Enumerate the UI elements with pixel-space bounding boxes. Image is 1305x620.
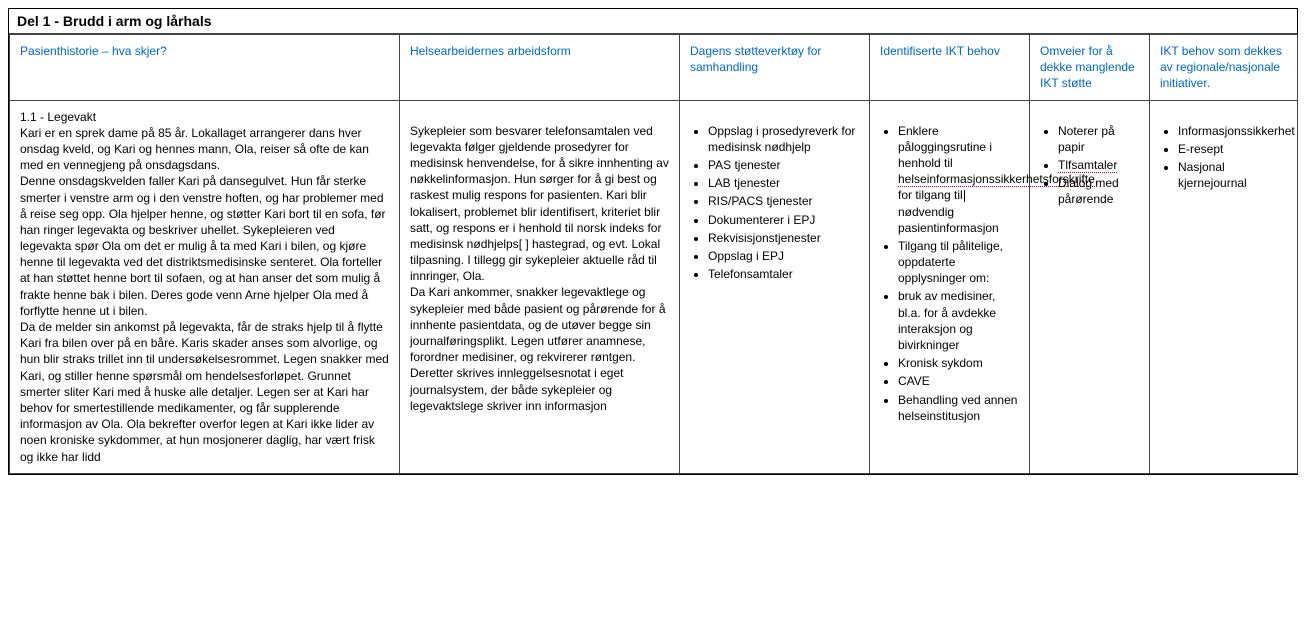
cell-omveier: Noterer på papir Tlfsamtaler Dialog med … xyxy=(1030,100,1150,473)
header-c5: Omveier for å dekke manglende IKT støtte xyxy=(1030,35,1150,101)
spellcheck-underline: Tlfsamtaler xyxy=(1058,158,1117,173)
list-item: Behandling ved annen helseinstitusjon xyxy=(898,392,1019,424)
list-item: E-resept xyxy=(1178,141,1287,157)
cell-stotteverktoy: Oppslag i prosedyreverk for medisinsk nø… xyxy=(680,100,870,473)
list-item: LAB tjenester xyxy=(708,175,859,191)
list-item: Informasjonssikkerhet xyxy=(1178,123,1287,139)
list-c5: Noterer på papir Tlfsamtaler Dialog med … xyxy=(1040,123,1139,208)
text: nødvendig pasientinformasjon xyxy=(898,205,999,235)
list-item: Noterer på papir xyxy=(1058,123,1139,155)
cell-c1-body: Kari er en sprek dame på 85 år. Lokallag… xyxy=(20,125,389,465)
document-table-container: Del 1 - Brudd i arm og lårhals Pasienthi… xyxy=(8,8,1298,475)
list-item: Rekvisisjonstjenester xyxy=(708,230,859,246)
cell-arbeidsform: Sykepleier som besvarer telefonsamtalen … xyxy=(400,100,680,473)
list-item: Tlfsamtaler xyxy=(1058,157,1139,173)
header-c3: Dagens støtteverktøy for samhandling xyxy=(680,35,870,101)
text-cursor xyxy=(964,190,965,202)
cell-c2-body: Sykepleier som besvarer telefonsamtalen … xyxy=(410,123,669,414)
list-item: Enklere påloggingsrutine i henhold til h… xyxy=(898,123,1019,236)
list-item: Kronisk sykdom xyxy=(898,355,1019,371)
list-c6: Informasjonssikkerhet E-resept Nasjonal kj… xyxy=(1160,123,1287,192)
header-c4: Identifiserte IKT behov xyxy=(870,35,1030,101)
list-c4: Enklere påloggingsrutine i henhold til h… xyxy=(880,123,1019,424)
header-c6: IKT behov som dekkes av regionale/nasjon… xyxy=(1150,35,1298,101)
cell-pasienthistorie: 1.1 - Legevakt Kari er en sprek dame på … xyxy=(10,100,400,473)
header-row: Pasienthistorie – hva skjer? Helsearbeid… xyxy=(10,35,1298,101)
list-item: CAVE xyxy=(898,373,1019,389)
main-table: Pasienthistorie – hva skjer? Helsearbeid… xyxy=(9,34,1298,474)
list-item: bruk av medisiner, bl.a. for å avdekke i… xyxy=(898,288,1019,353)
header-c1: Pasienthistorie – hva skjer? xyxy=(10,35,400,101)
list-item: Dialog med pårørende xyxy=(1058,175,1139,207)
cell-ikt-behov: Enklere påloggingsrutine i henhold til h… xyxy=(870,100,1030,473)
cell-initiativer: Informasjonssikkerhet E-resept Nasjonal kj… xyxy=(1150,100,1298,473)
list-item: Tilgang til pålitelige, oppdaterte opply… xyxy=(898,238,1019,287)
list-item: Dokumenterer i EPJ xyxy=(708,212,859,228)
list-item: PAS tjenester xyxy=(708,157,859,173)
cell-c1-heading: 1.1 - Legevakt xyxy=(20,109,389,125)
list-item: Oppslag i prosedyreverk for medisinsk nø… xyxy=(708,123,859,155)
list-item: Nasjonal kjernejournal xyxy=(1178,159,1287,191)
list-item: RIS/PACS tjenester xyxy=(708,193,859,209)
list-item: Telefonsamtaler xyxy=(708,266,859,282)
section-title: Del 1 - Brudd i arm og lårhals xyxy=(9,9,1297,34)
header-c2: Helsearbeidernes arbeidsform xyxy=(400,35,680,101)
list-item: Oppslag i EPJ xyxy=(708,248,859,264)
table-row: 1.1 - Legevakt Kari er en sprek dame på … xyxy=(10,100,1298,473)
text: Enklere påloggingsrutine i henhold til xyxy=(898,124,992,170)
list-c3: Oppslag i prosedyreverk for medisinsk nø… xyxy=(690,123,859,283)
